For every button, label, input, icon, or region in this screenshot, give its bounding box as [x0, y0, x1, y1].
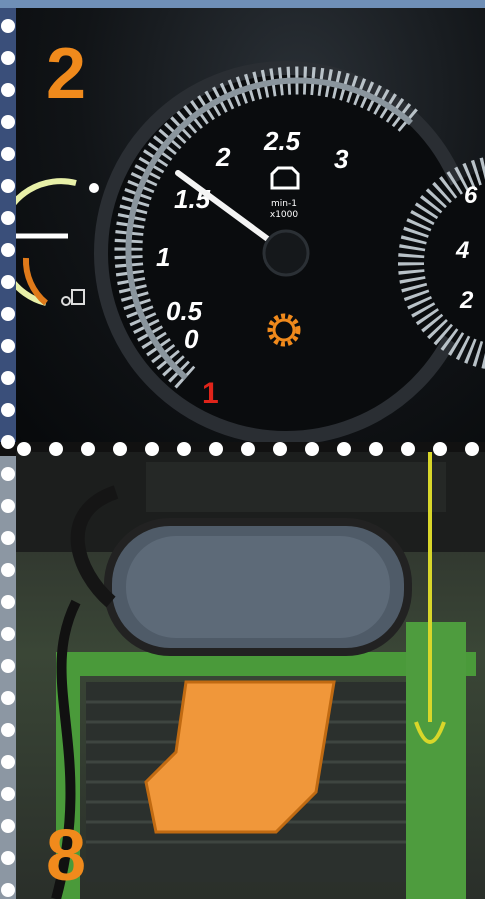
scale-label-2-5: 2.5 [263, 126, 301, 156]
perforation-dot [1, 819, 15, 833]
perforation-dot [1, 659, 15, 673]
perforation-dot [1, 723, 15, 737]
perforation-dot [81, 442, 95, 456]
air-filter-mesh [126, 536, 390, 638]
perforation-dot [1, 243, 15, 257]
fuel-pump-icon-dot [61, 296, 71, 306]
perforation-dot [1, 595, 15, 609]
perforation-dot [17, 442, 31, 456]
dashboard-illustration: 0 0.5 1 1.5 2 2.5 3 min-1 x1000 1 6 4 2 [16, 61, 485, 445]
perforation-dot [145, 442, 159, 456]
needle-hub [262, 229, 310, 277]
perforation-dot [1, 179, 15, 193]
perforation-dot [1, 851, 15, 865]
perforation-dot [1, 883, 15, 897]
perforation-dot [1, 275, 15, 289]
perforation-dot [1, 19, 15, 33]
dashboard-photo: 0 0.5 1 1.5 2 2.5 3 min-1 x1000 1 6 4 2 … [16, 8, 485, 445]
perforation-dot [1, 83, 15, 97]
fuel-pump-icon [71, 289, 85, 305]
scale-label-2: 2 [215, 142, 231, 172]
perforation-dot [401, 442, 415, 456]
perforation-dot [1, 691, 15, 705]
scale-label-1: 1 [156, 242, 170, 272]
engine-grille [146, 462, 446, 512]
air-filter-illustration [16, 452, 485, 899]
air-filter-photo: 8 [16, 452, 485, 899]
perforation-dot [241, 442, 255, 456]
scale-label-1-5: 1.5 [174, 184, 211, 214]
perforation-dot [1, 115, 15, 129]
fuel-gauge-end-mark [89, 183, 99, 193]
perforation-dot [465, 442, 479, 456]
perforation-dot [1, 403, 15, 417]
perforation-dot [337, 442, 351, 456]
perforation-dot [369, 442, 383, 456]
perforation-dot [273, 442, 287, 456]
right-gauge-label-2: 2 [459, 287, 474, 314]
step-number-top: 2 [46, 34, 86, 114]
perforation-dot [49, 442, 63, 456]
green-frame-right [406, 622, 466, 899]
perforation-dot [1, 627, 15, 641]
scale-label-0-5: 0.5 [166, 296, 203, 326]
unit-label-line2: x1000 [270, 210, 299, 220]
right-gauge-label-6: 6 [464, 182, 478, 209]
fuel-gauge-arc [16, 178, 77, 306]
perforation-dot [433, 442, 447, 456]
perforation-dot [1, 435, 15, 449]
perforation-dot [1, 211, 15, 225]
perforation-dot [1, 563, 15, 577]
perforation-dot [1, 339, 15, 353]
unit-label-line1: min-1 [271, 199, 297, 209]
perforation-dot [1, 787, 15, 801]
scale-label-3: 3 [334, 144, 349, 174]
step-number-bottom: 8 [46, 816, 86, 896]
perforation-dot [209, 442, 223, 456]
gear-indicator: 1 [202, 377, 219, 410]
perforation-dot [177, 442, 191, 456]
perforation-dot [113, 442, 127, 456]
top-frame-bar [0, 0, 485, 8]
perforation-dot [1, 755, 15, 769]
perforation-dot [1, 147, 15, 161]
perforation-dot [1, 499, 15, 513]
perforation-dot [1, 307, 15, 321]
right-gauge-label-4: 4 [455, 237, 469, 264]
perforation-dot [1, 467, 15, 481]
scale-label-0: 0 [184, 324, 199, 354]
perforation-dot [1, 531, 15, 545]
perforation-dot [1, 371, 15, 385]
perforation-dot [305, 442, 319, 456]
perforation-dot [1, 51, 15, 65]
